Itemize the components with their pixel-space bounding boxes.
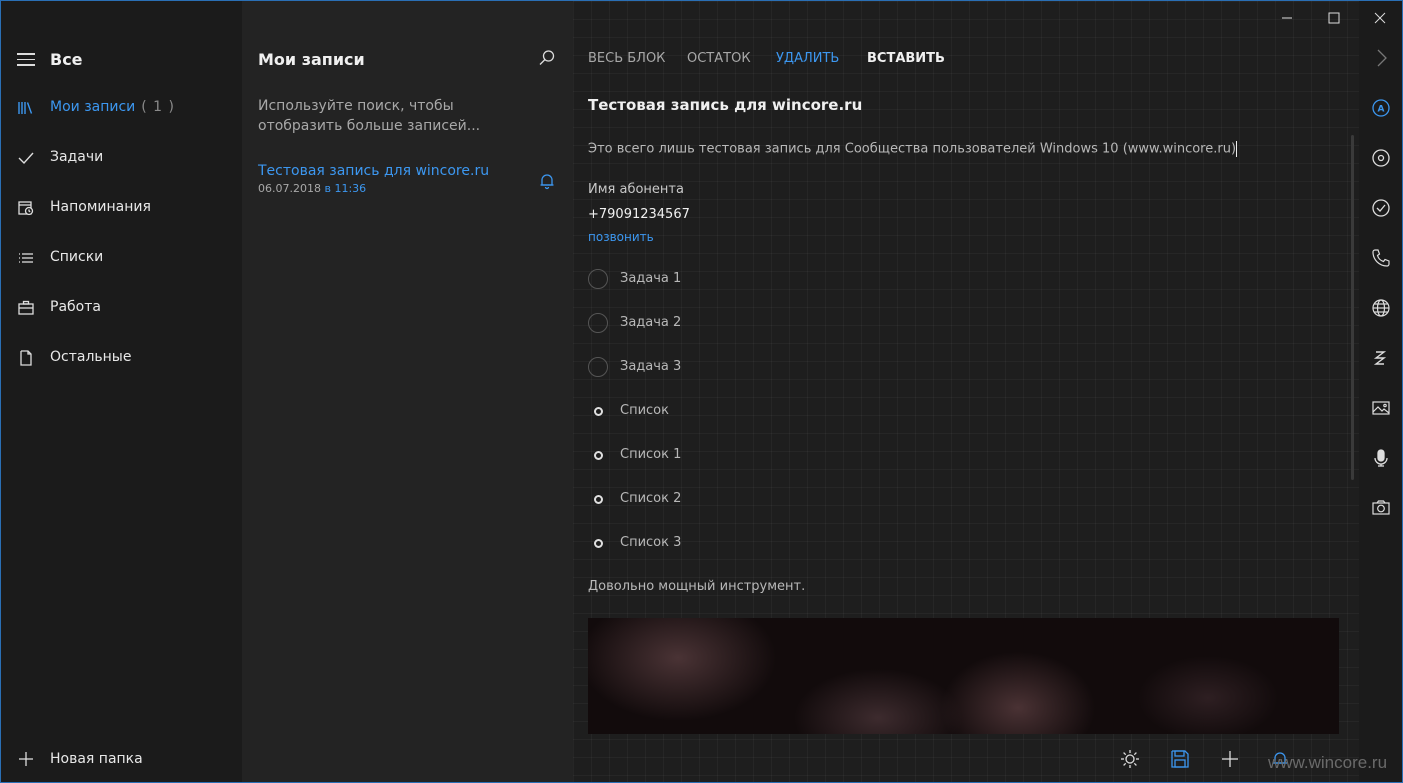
nav-item-tasks[interactable]: Задачи — [1, 138, 242, 178]
minimize-icon[interactable] — [1276, 7, 1298, 29]
nav-item-label: Напоминания — [50, 199, 151, 215]
search-hint: Используйте поиск, чтобы отобразить боль… — [258, 98, 481, 134]
bullet-icon — [594, 539, 603, 548]
nav-item-label: Остальные — [50, 349, 132, 365]
list-icon — [17, 249, 35, 267]
list-bullet-item: Список 2 — [588, 489, 988, 513]
maximize-icon[interactable] — [1323, 7, 1345, 29]
microphone-icon[interactable] — [1371, 448, 1391, 468]
note-image — [588, 618, 1339, 734]
watermark: www.wincore.ru — [1268, 753, 1388, 772]
nav-title: Все — [50, 50, 83, 69]
list-item-label: Список — [620, 403, 669, 418]
calendar-reminder-icon — [17, 199, 35, 217]
task-label: Задача 2 — [620, 315, 682, 330]
briefcase-icon — [17, 299, 35, 317]
plus-icon — [17, 750, 35, 768]
insert-toolbar-rail: A — [1359, 1, 1402, 782]
bullet-icon — [594, 407, 603, 416]
chevron-right-icon[interactable] — [1371, 48, 1391, 68]
nav-item-label: Мои записи — [50, 99, 136, 115]
nav-item-label: Работа — [50, 299, 101, 315]
insert-button[interactable]: ВСТАВИТЬ — [867, 51, 945, 66]
delete-button[interactable]: УДАЛИТЬ — [776, 51, 839, 66]
task-item: Задача 2 — [588, 313, 988, 337]
list-item-label: Список 2 — [620, 491, 682, 506]
add-icon[interactable] — [1220, 749, 1240, 769]
whole-block-button[interactable]: ВЕСЬ БЛОК — [588, 51, 665, 66]
nav-item-label: Задачи — [50, 149, 104, 165]
nav-item-other[interactable]: Остальные — [1, 338, 242, 378]
nav-pane: Все Мои записи( 1 ) Задачи Напоминания С — [1, 1, 242, 782]
save-icon[interactable] — [1170, 749, 1190, 769]
list-bullet-item: Список — [588, 401, 988, 425]
task-checkbox[interactable] — [588, 357, 608, 377]
task-label: Задача 1 — [620, 271, 682, 286]
list-item-label: Список 3 — [620, 535, 682, 550]
nav-header: Все — [1, 43, 242, 77]
brightness-icon[interactable] — [1120, 749, 1140, 769]
nav-item-label: Списки — [50, 249, 104, 265]
list-item[interactable]: Тестовая запись для wincore.ru 06.07.201… — [242, 157, 573, 205]
nav-item-lists[interactable]: Списки — [1, 238, 242, 278]
task-item: Задача 1 — [588, 269, 988, 293]
nav-item-count: ( 1 ) — [141, 99, 175, 115]
list-item-label: Список 1 — [620, 447, 682, 462]
new-folder-button[interactable]: Новая папка — [1, 741, 242, 777]
search-icon[interactable] — [538, 49, 556, 67]
document-icon — [17, 349, 35, 367]
entry-time: в 11:36 — [324, 182, 367, 195]
note-outro-text: Довольно мощный инструмент. — [588, 579, 806, 594]
nav-item-my-notes[interactable]: Мои записи ( 1 ) — [1, 88, 242, 128]
entry-title: Тестовая запись для wincore.ru — [258, 163, 490, 179]
bullet-icon — [594, 451, 603, 460]
note-title[interactable]: Тестовая запись для wincore.ru — [588, 96, 862, 114]
task-checkbox[interactable] — [588, 313, 608, 333]
close-icon[interactable] — [1369, 7, 1391, 29]
vertical-scrollbar[interactable] — [1351, 135, 1354, 480]
bullet-icon — [594, 495, 603, 504]
list-title: Мои записи — [258, 50, 365, 69]
contact-phone: +79091234567 — [588, 207, 690, 222]
svg-text:A: A — [1378, 105, 1385, 115]
nav-item-work[interactable]: Работа — [1, 288, 242, 328]
task-item: Задача 3 — [588, 357, 988, 381]
note-editor: ВЕСЬ БЛОК ОСТАТОК УДАЛИТЬ ВСТАВИТЬ Тесто… — [573, 1, 1359, 782]
text-format-icon[interactable]: A — [1371, 98, 1391, 118]
drawing-icon[interactable] — [1371, 348, 1391, 368]
hamburger-menu-icon[interactable] — [17, 53, 35, 67]
task-checkbox[interactable] — [588, 269, 608, 289]
contact-name: Имя абонента — [588, 182, 684, 197]
nav-item-reminders[interactable]: Напоминания — [1, 188, 242, 228]
app-window: Все Мои записи( 1 ) Задачи Напоминания С — [0, 0, 1403, 783]
image-icon[interactable] — [1371, 398, 1391, 418]
text-caret — [1236, 141, 1238, 157]
note-body-text: Это всего лишь тестовая запись для Сообщ… — [588, 141, 1237, 157]
remainder-button[interactable]: ОСТАТОК — [687, 51, 751, 66]
bell-icon — [539, 172, 555, 190]
checkmark-icon — [17, 149, 35, 167]
task-label: Задача 3 — [620, 359, 682, 374]
globe-icon[interactable] — [1371, 298, 1391, 318]
bullet-list-icon[interactable] — [1371, 148, 1391, 168]
entry-date: 06.07.2018 — [258, 182, 321, 195]
new-folder-label: Новая папка — [50, 751, 143, 767]
camera-icon[interactable] — [1371, 498, 1391, 518]
list-bullet-item: Список 3 — [588, 533, 988, 557]
library-icon — [17, 99, 35, 117]
call-link[interactable]: позвонить — [588, 230, 654, 244]
task-check-icon[interactable] — [1371, 198, 1391, 218]
list-bullet-item: Список 1 — [588, 445, 988, 469]
phone-icon[interactable] — [1371, 248, 1391, 268]
notes-list-pane: Мои записи Используйте поиск, чтобы отоб… — [242, 1, 573, 782]
